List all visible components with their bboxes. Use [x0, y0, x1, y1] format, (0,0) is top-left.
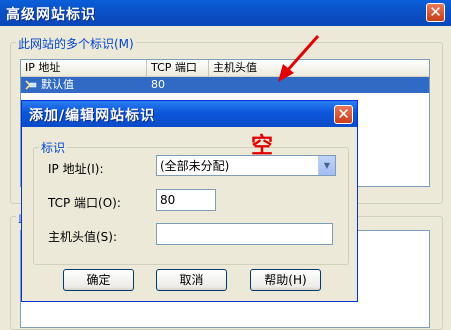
ip-dropdown-button[interactable]: ▼ [318, 156, 335, 175]
ip-address-combo[interactable]: (全部未分配) ▼ [156, 155, 336, 176]
ip-label: IP 地址(I): [48, 162, 104, 176]
dialog-title-bar: 添加/编辑网站标识 ✕ [22, 101, 357, 127]
red-arrow-icon [278, 35, 320, 82]
close-icon: ✕ [337, 105, 350, 123]
identity-group-label: 标识 [39, 139, 68, 156]
ok-button[interactable]: 确定 [63, 269, 134, 291]
tcp-port-value: 80 [160, 193, 176, 207]
host-label: 主机头值(S): [48, 230, 118, 244]
dialog-title: 添加/编辑网站标识 [29, 108, 156, 124]
port-label: TCP 端口(O): [48, 196, 121, 210]
help-button[interactable]: 帮助(H) [250, 269, 321, 291]
empty-annotation: 空 [251, 134, 274, 159]
chevron-down-icon: ▼ [323, 161, 331, 170]
tcp-port-input[interactable]: 80 [156, 189, 216, 211]
ip-address-value: (全部未分配) [160, 159, 230, 173]
cancel-button[interactable]: 取消 [156, 269, 227, 291]
edit-identity-dialog: 添加/编辑网站标识 ✕ 标识 IP 地址(I): (全部未分配) ▼ TCP 端… [21, 100, 358, 302]
host-header-input[interactable] [156, 223, 333, 245]
dialog-close-button[interactable]: ✕ [334, 105, 353, 124]
